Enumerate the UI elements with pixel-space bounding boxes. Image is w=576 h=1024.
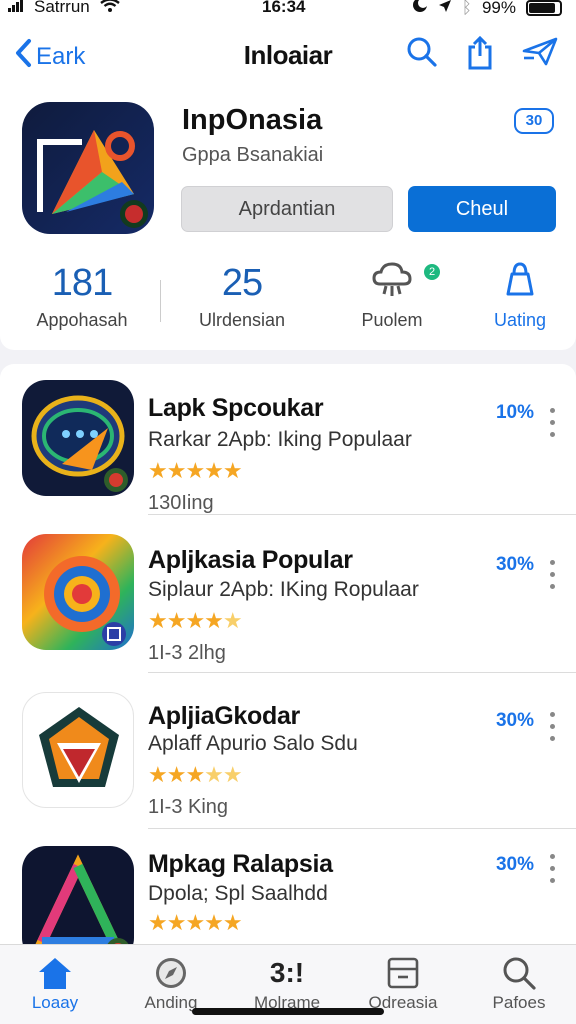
divider [148, 514, 576, 515]
stat-age[interactable]: 25 Ulrdensian [172, 260, 312, 331]
app-title: Mpkag Ralapsia [148, 850, 333, 878]
stat-value: 25 [221, 262, 263, 304]
stat-rating[interactable]: Uating [450, 260, 576, 331]
app-percent: 30% [495, 710, 534, 731]
bluetooth-icon: ᛒ [461, 0, 472, 17]
list-item[interactable]: Apljkasia Popular Siplaur 2Apb: IKing Ro… [0, 534, 576, 690]
tab-search[interactable]: Pafoes [464, 953, 574, 1013]
send-icon[interactable] [522, 36, 558, 75]
app-name: InpOnasia [182, 104, 323, 136]
divider [148, 828, 576, 829]
stats-row: 181 Appohasah 25 Ulrdensian Puolem 2 Uat… [0, 260, 576, 340]
home-indicator [192, 1008, 384, 1015]
more-icon[interactable] [550, 854, 556, 883]
battery-percent: 99% [481, 0, 516, 17]
list-item[interactable]: ApljiaGkodar Aplaff Apurio Salo Sdu ★★★★… [0, 692, 576, 848]
app-percent: 10% [495, 402, 534, 423]
app-percent: 30% [495, 554, 534, 575]
rating-stars: ★★★★★ [148, 458, 243, 483]
stat-ratings[interactable]: 181 Appohasah [12, 260, 152, 331]
rating-stars: ★★★★★ [148, 762, 243, 787]
apps-icon: 3:! [269, 957, 305, 988]
tab-apps[interactable]: 3:! Molrame [232, 953, 342, 1013]
app-title: Apljkasia Popular [148, 546, 353, 574]
battery-icon [526, 0, 562, 16]
app-list: Lapk Spcoukar Rarkar 2Apb: Iking Populaa… [0, 364, 576, 964]
app-icon [22, 534, 134, 650]
navigation-bar: Eark Inloaiar [0, 22, 576, 88]
tab-today[interactable]: Loaay [0, 953, 110, 1013]
rating-stars: ★★★★★ [148, 910, 243, 935]
app-icon [22, 692, 134, 808]
share-icon[interactable] [466, 35, 494, 75]
age-badge: 30 [514, 108, 554, 134]
list-item[interactable]: Lapk Spcoukar Rarkar 2Apb: Iking Populaa… [0, 380, 576, 536]
cloud-icon [322, 260, 462, 306]
status-bar: Satrrun 16:34 ᛒ 99% [0, 0, 576, 22]
stat-cloud[interactable]: Puolem [322, 260, 462, 331]
tab-label: Pafoes [492, 993, 546, 1012]
app-subtitle: Rarkar 2Apb: Iking Populaar [148, 428, 412, 451]
search-icon[interactable] [406, 36, 438, 75]
notification-badge: 2 [424, 264, 440, 280]
app-header-card: InpOnasia Gppa Bsanakiai 30 Aprdantian C… [0, 88, 576, 350]
app-meta: 1I-3 2lhg [148, 642, 226, 664]
rating-stars: ★★★★★ [148, 608, 243, 633]
stat-label: Puolem [361, 310, 423, 330]
app-meta: 1I-3 King [148, 796, 229, 818]
more-icon[interactable] [550, 712, 556, 741]
divider [148, 672, 576, 673]
app-title: ApljiaGkodar [148, 702, 300, 730]
tab-updates[interactable]: Odreasia [348, 953, 458, 1013]
more-icon[interactable] [550, 408, 556, 437]
app-icon [22, 380, 134, 496]
moon-icon [412, 0, 428, 18]
home-icon [0, 953, 110, 993]
developer-name[interactable]: Gppa Bsanakiai [182, 144, 323, 167]
location-icon [438, 0, 452, 18]
tab-games[interactable]: Anding [116, 953, 226, 1013]
get-button[interactable]: Cheul [408, 186, 556, 232]
secondary-button[interactable]: Aprdantian [181, 186, 393, 232]
wifi-icon [100, 0, 120, 17]
bag-icon [450, 260, 576, 306]
search-icon [464, 953, 574, 993]
clock: 16:34 [262, 0, 306, 16]
signal-icon [8, 0, 24, 17]
compass-icon [116, 953, 226, 993]
carrier-label: Satrrun [34, 0, 90, 16]
stat-label: Uating [493, 310, 547, 330]
stat-label: Ulrdensian [198, 310, 286, 330]
app-subtitle: Aplaff Apurio Salo Sdu [148, 732, 358, 755]
app-meta: 130Iing [148, 492, 214, 514]
stat-label: Appohasah [36, 310, 128, 330]
app-percent: 30% [495, 854, 534, 875]
inbox-icon [348, 953, 458, 993]
tab-label: Loaay [31, 993, 79, 1012]
app-icon [22, 102, 154, 234]
divider [160, 280, 161, 322]
app-subtitle: Siplaur 2Apb: IKing Ropulaar [148, 578, 419, 601]
app-title: Lapk Spcoukar [148, 394, 324, 422]
more-icon[interactable] [550, 560, 556, 589]
app-subtitle: Dpola; Spl Saalhdd [148, 882, 328, 905]
stat-value: 181 [51, 262, 113, 304]
